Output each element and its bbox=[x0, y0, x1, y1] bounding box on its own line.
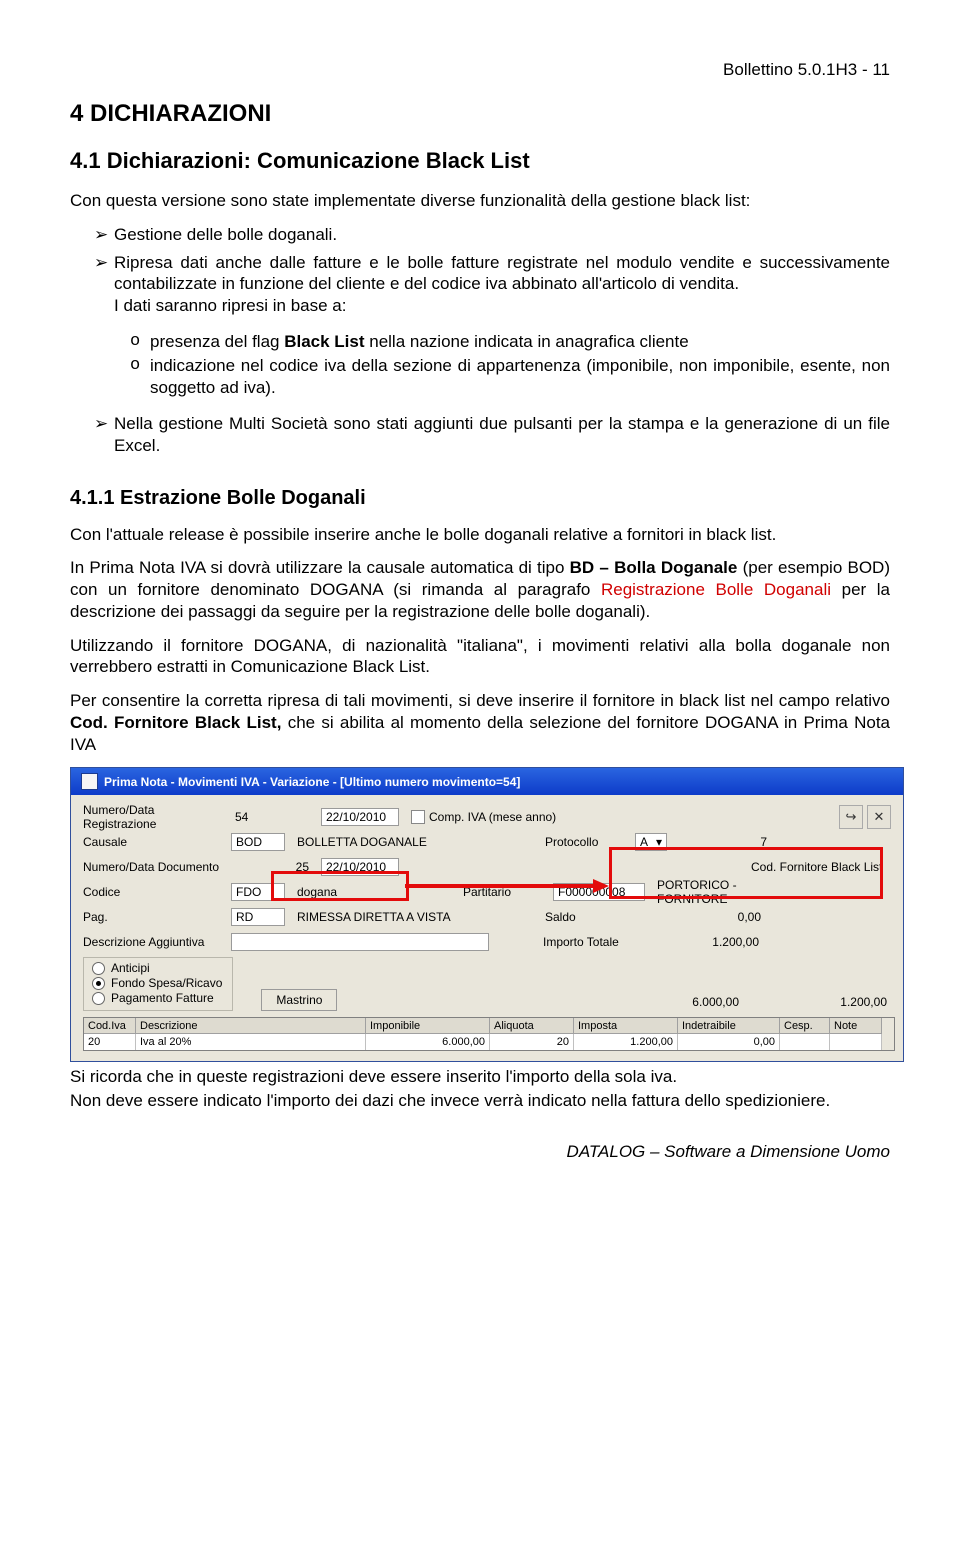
field-causale-desc: BOLLETTA DOGANALE bbox=[293, 833, 485, 851]
paragraph: Con l'attuale release è possibile inseri… bbox=[70, 524, 890, 546]
label-comp: Comp. IVA (mese anno) bbox=[429, 810, 556, 824]
field-codice-desc: dogana bbox=[293, 883, 405, 901]
field-importo: 1.200,00 bbox=[633, 933, 763, 951]
col-head: Cesp. bbox=[780, 1018, 830, 1034]
label-numdata: Numero/Data Registrazione bbox=[83, 803, 231, 831]
page-header: Bollettino 5.0.1H3 - 11 bbox=[70, 60, 890, 80]
mastrino-button[interactable]: Mastrino bbox=[261, 989, 337, 1011]
table-row[interactable]: 20 Iva al 20% 6.000,00 20 1.200,00 0,00 bbox=[84, 1034, 894, 1050]
page-footer: DATALOG – Software a Dimensione Uomo bbox=[70, 1142, 890, 1162]
paragraph: Si ricorda che in queste registrazioni d… bbox=[70, 1066, 890, 1088]
cell: 0,00 bbox=[678, 1034, 780, 1050]
app-window: Prima Nota - Movimenti IVA - Variazione … bbox=[70, 767, 904, 1062]
heading-3: 4.1.1 Estrazione Bolle Doganali bbox=[70, 487, 890, 510]
bullet-item: Nella gestione Multi Società sono stati … bbox=[94, 413, 890, 457]
paragraph: Utilizzando il fornitore DOGANA, di nazi… bbox=[70, 635, 890, 679]
label-causale: Causale bbox=[83, 835, 231, 849]
label-codice: Codice bbox=[83, 885, 231, 899]
label-prot: Protocollo bbox=[545, 835, 635, 849]
field-prot-letter[interactable]: A▾ bbox=[635, 833, 667, 851]
radio-fondo[interactable] bbox=[92, 977, 105, 990]
col-head: Aliquota bbox=[490, 1018, 574, 1034]
app-icon bbox=[81, 773, 98, 790]
app-titlebar: Prima Nota - Movimenti IVA - Variazione … bbox=[71, 768, 903, 795]
label-descr: Descrizione Aggiuntiva bbox=[83, 935, 231, 949]
paragraph: Per consentire la corretta ripresa di ta… bbox=[70, 690, 890, 755]
heading-2: 4.1 Dichiarazioni: Comunicazione Black L… bbox=[70, 148, 890, 174]
col-head: Indetraibile bbox=[678, 1018, 780, 1034]
label-partitario: Partitario bbox=[463, 885, 553, 899]
heading-1: 4 DICHIARAZIONI bbox=[70, 100, 890, 128]
radio-group: Anticipi Fondo Spesa/Ricavo Pagamento Fa… bbox=[83, 957, 233, 1011]
cell bbox=[830, 1034, 882, 1050]
cell: 20 bbox=[490, 1034, 574, 1050]
sub-bullet-item: indicazione nel codice iva della sezione… bbox=[130, 355, 890, 399]
label-numdoc: Numero/Data Documento bbox=[83, 860, 231, 874]
chevron-down-icon: ▾ bbox=[656, 835, 662, 849]
field-forn-code[interactable]: F000000008 bbox=[553, 883, 645, 901]
app-title: Prima Nota - Movimenti IVA - Variazione … bbox=[104, 775, 520, 789]
sub-bullet-list: presenza del flag Black List nella nazio… bbox=[70, 331, 890, 399]
close-button[interactable]: ✕ bbox=[867, 805, 891, 829]
bullet-list-2: Nella gestione Multi Società sono stati … bbox=[70, 413, 890, 457]
cell: Iva al 20% bbox=[136, 1034, 366, 1050]
bullet-item: Ripresa dati anche dalle fatture e le bo… bbox=[94, 252, 890, 317]
field-forn-desc: PORTORICO - FORNITORE bbox=[653, 883, 809, 901]
field-datadoc[interactable]: 22/10/2010 bbox=[321, 858, 399, 876]
cell: 6.000,00 bbox=[366, 1034, 490, 1050]
forward-button[interactable]: ↪ bbox=[839, 805, 863, 829]
paragraph: Non deve essere indicato l'importo dei d… bbox=[70, 1090, 890, 1112]
field-num[interactable]: 54 bbox=[231, 808, 313, 826]
paragraph: In Prima Nota IVA si dovrà utilizzare la… bbox=[70, 557, 890, 622]
label-codforn: Cod. Fornitore Black List bbox=[751, 860, 891, 874]
sub-bullet-item: presenza del flag Black List nella nazio… bbox=[130, 331, 890, 353]
bullet-text: I dati saranno ripresi in base a: bbox=[114, 296, 346, 315]
field-pag-desc: RIMESSA DIRETTA A VISTA bbox=[293, 908, 485, 926]
field-codice[interactable]: FDO bbox=[231, 883, 285, 901]
red-link-text: Registrazione Bolle Doganali bbox=[601, 580, 831, 599]
cell: 1.200,00 bbox=[574, 1034, 678, 1050]
field-saldo: 0,00 bbox=[635, 908, 765, 926]
field-mastrino-b: 1.200,00 bbox=[761, 993, 891, 1011]
field-pag-code[interactable]: RD bbox=[231, 908, 285, 926]
field-numdoc[interactable]: 25 bbox=[231, 858, 313, 876]
field-mastrino-a: 6.000,00 bbox=[613, 993, 743, 1011]
col-head: Cod.Iva bbox=[84, 1018, 136, 1034]
cell: 20 bbox=[84, 1034, 136, 1050]
field-descr[interactable] bbox=[231, 933, 489, 951]
label-saldo: Saldo bbox=[545, 910, 635, 924]
col-head: Note bbox=[830, 1018, 882, 1034]
field-causale-code[interactable]: BOD bbox=[231, 833, 285, 851]
radio-anticipi[interactable] bbox=[92, 962, 105, 975]
intro-paragraph: Con questa versione sono state implement… bbox=[70, 190, 890, 212]
radio-pagamento[interactable] bbox=[92, 992, 105, 1005]
cell bbox=[780, 1034, 830, 1050]
col-head: Imposta bbox=[574, 1018, 678, 1034]
checkbox-comp-iva[interactable] bbox=[411, 810, 425, 824]
field-prot-num[interactable]: 7 bbox=[675, 833, 771, 851]
label-pag: Pag. bbox=[83, 910, 231, 924]
iva-table: Cod.Iva Descrizione Imponibile Aliquota … bbox=[83, 1017, 895, 1051]
bullet-text: Ripresa dati anche dalle fatture e le bo… bbox=[114, 253, 890, 294]
label-importo: Importo Totale bbox=[543, 935, 633, 949]
col-head: Imponibile bbox=[366, 1018, 490, 1034]
col-head: Descrizione bbox=[136, 1018, 366, 1034]
table-header: Cod.Iva Descrizione Imponibile Aliquota … bbox=[84, 1018, 894, 1034]
bullet-list-1: Gestione delle bolle doganali. Ripresa d… bbox=[70, 224, 890, 317]
field-datareg[interactable]: 22/10/2010 bbox=[321, 808, 399, 826]
bullet-item: Gestione delle bolle doganali. bbox=[94, 224, 890, 246]
